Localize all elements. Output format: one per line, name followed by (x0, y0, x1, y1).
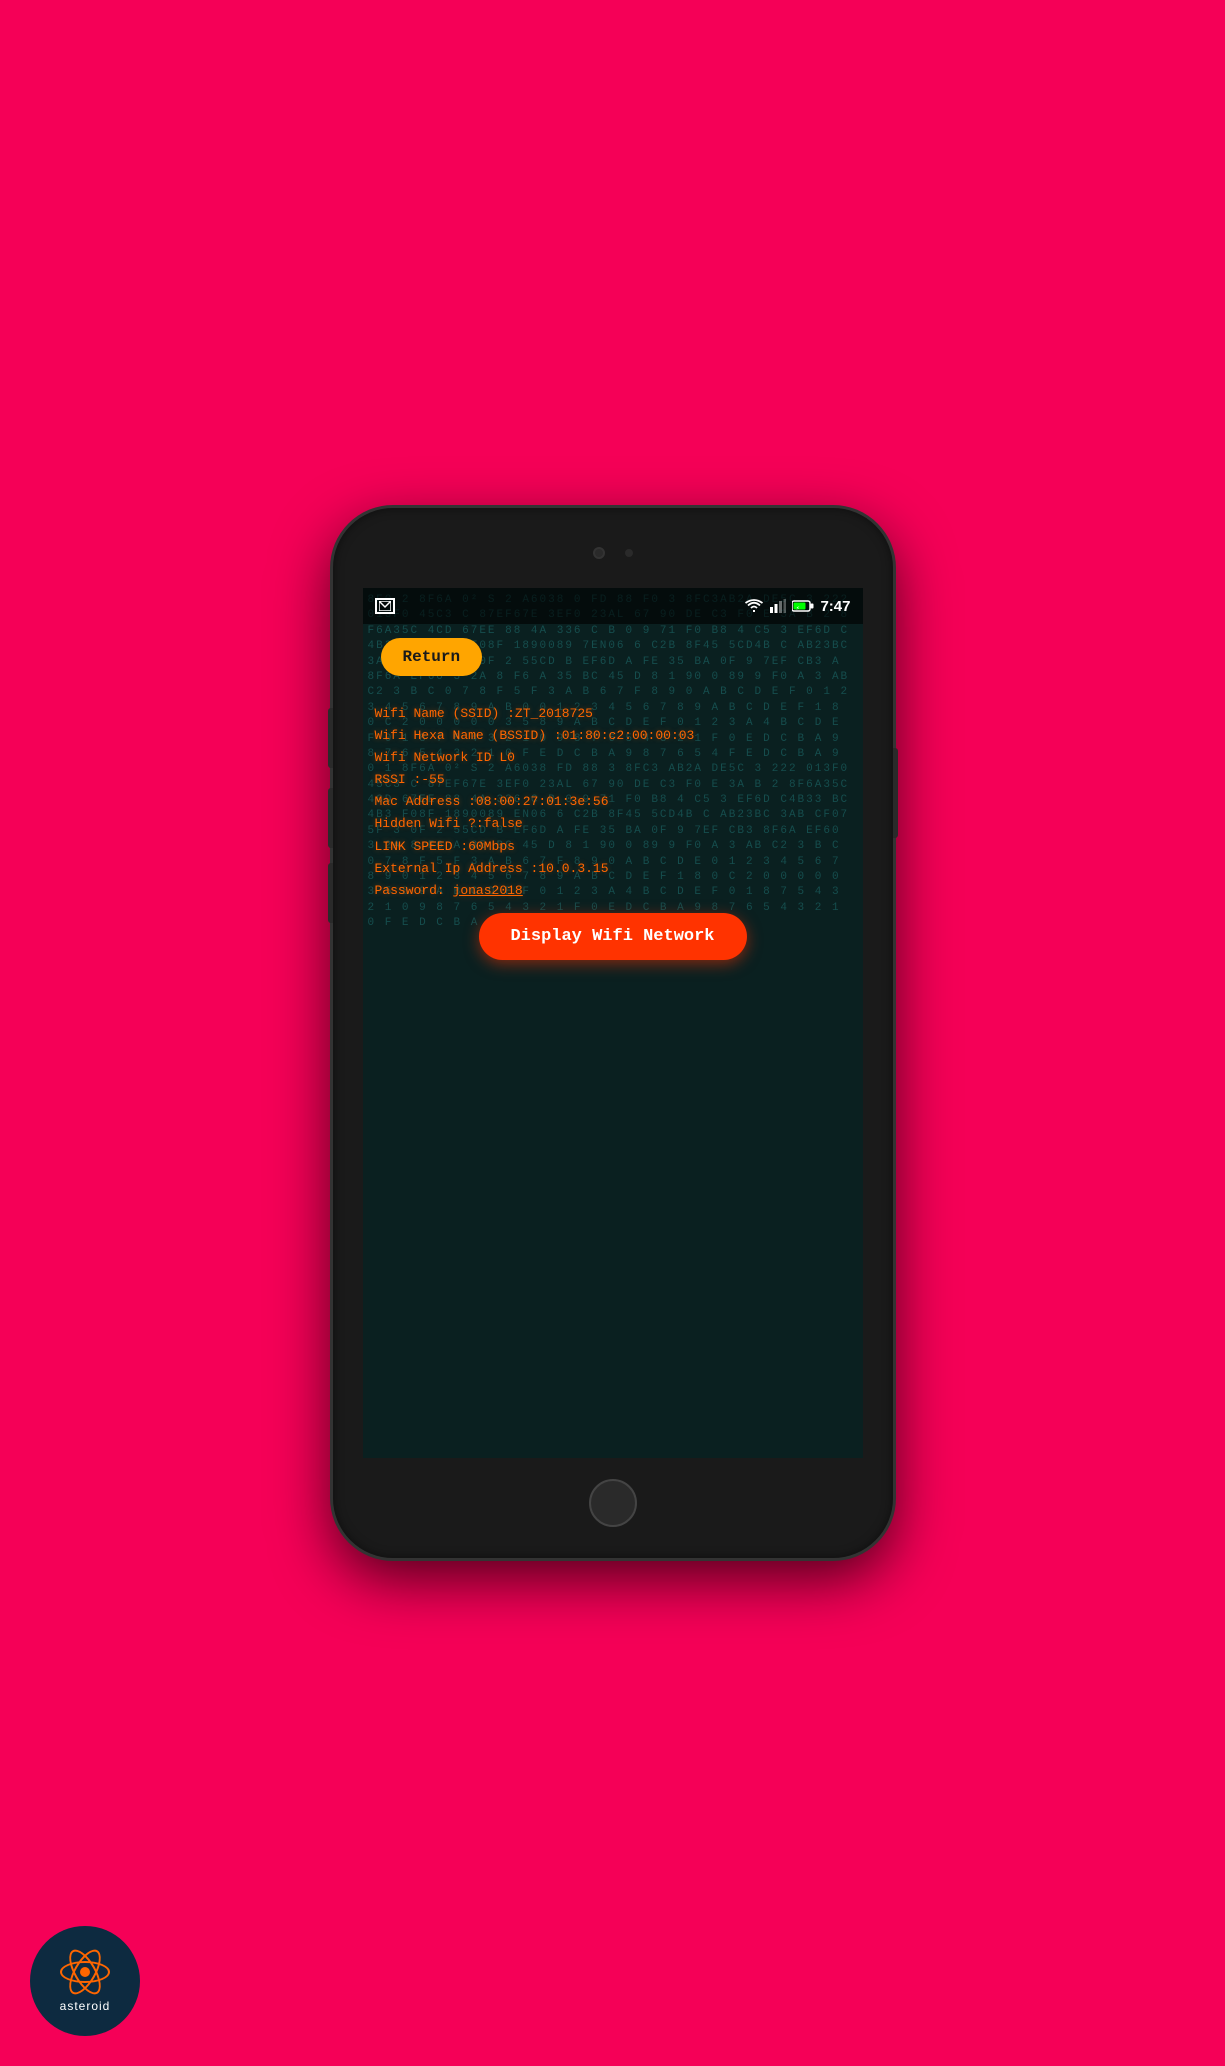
battery-icon: ⚡ (792, 600, 814, 612)
mac-line: Mac Address :08:00:27:01:3e:56 (375, 791, 851, 813)
return-button[interactable]: Return (381, 638, 483, 676)
notification-icon (375, 598, 395, 614)
wifi-icon (744, 599, 764, 613)
atom-icon (58, 1950, 113, 1995)
home-button[interactable] (589, 1479, 637, 1527)
phone-bottom (333, 1458, 893, 1548)
front-camera (593, 547, 605, 559)
info-panel: Wifi Name (SSID) :ZT_2018725 Wifi Hexa N… (375, 703, 851, 902)
bssid-line: Wifi Hexa Name (BSSID) :01:80:c2:00:00:0… (375, 725, 851, 747)
hidden-line: Hidden Wifi ?:false (375, 813, 851, 835)
ssid-line: Wifi Name (SSID) :ZT_2018725 (375, 703, 851, 725)
phone-top (333, 508, 893, 588)
status-bar: ⚡ 7:47 (363, 588, 863, 624)
rssi-line: RSSI :-55 (375, 769, 851, 791)
asteroid-logo: asteroid (30, 1926, 140, 2036)
status-right: ⚡ 7:47 (744, 598, 850, 615)
display-wifi-network-button[interactable]: Display Wifi Network (478, 913, 746, 960)
password-value: jonas2018 (453, 883, 523, 898)
status-time: 7:47 (820, 598, 850, 615)
svg-text:⚡: ⚡ (796, 605, 800, 612)
asteroid-label: asteroid (60, 1999, 111, 2013)
phone-screen: 8F0 2 8F6A 0² S 2 A6038 0 FD 88 F0 3 8FC… (363, 588, 863, 1458)
speaker (625, 549, 633, 557)
phone-device: 8F0 2 8F6A 0² S 2 A6038 0 FD 88 F0 3 8FC… (333, 508, 893, 1558)
network-id-line: Wifi Network ID L0 (375, 747, 851, 769)
status-left (375, 598, 395, 614)
signal-icon (770, 599, 786, 613)
external-ip-line: External Ip Address :10.0.3.15 (375, 858, 851, 880)
password-line: Password: jonas2018 (375, 880, 851, 902)
link-speed-line: LINK SPEED :60Mbps (375, 836, 851, 858)
atom-nucleus (80, 1967, 90, 1977)
